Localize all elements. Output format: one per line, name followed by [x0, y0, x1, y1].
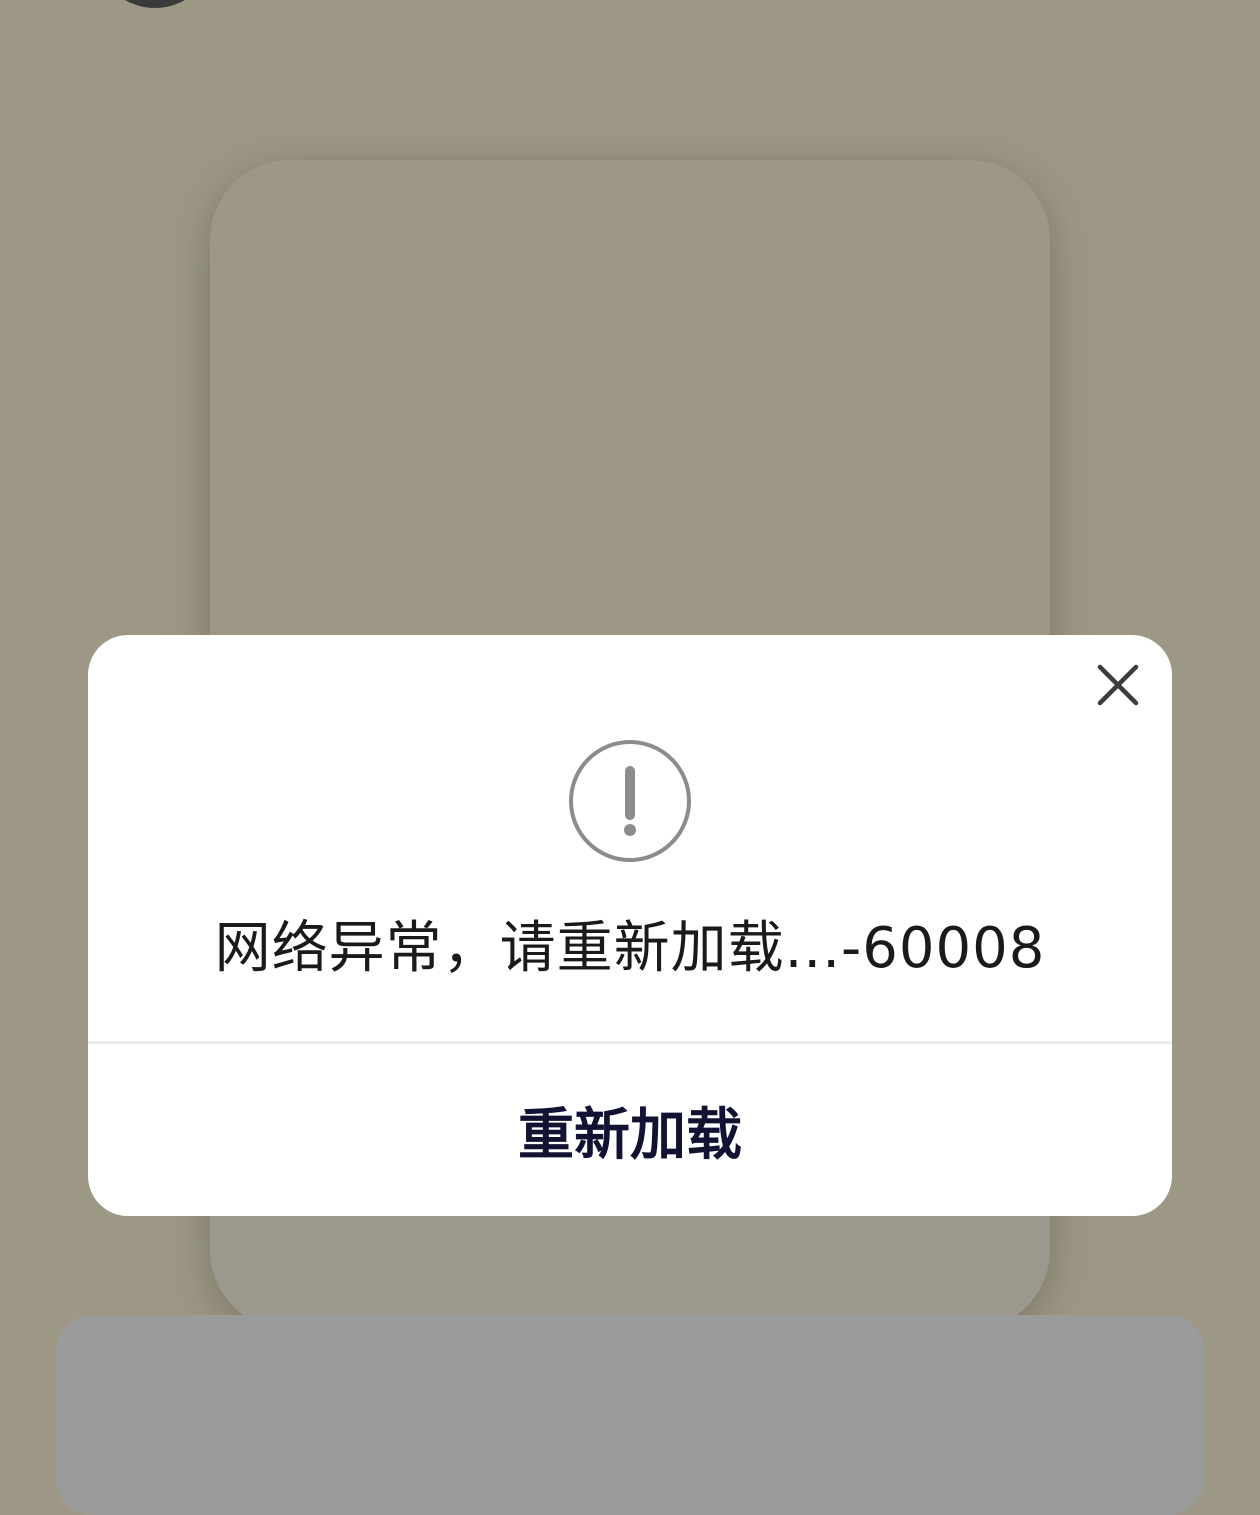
close-icon	[1097, 664, 1139, 706]
bottom-panel	[56, 1315, 1204, 1515]
error-message: 网络异常，请重新加载...-60008	[214, 916, 1046, 981]
avatar	[95, 0, 215, 8]
exclamation-circle-icon	[569, 740, 691, 862]
close-button[interactable]	[1090, 657, 1146, 713]
reload-button[interactable]: 重新加载	[88, 1044, 1172, 1216]
error-dialog: 网络异常，请重新加载...-60008 重新加载	[88, 635, 1172, 1216]
